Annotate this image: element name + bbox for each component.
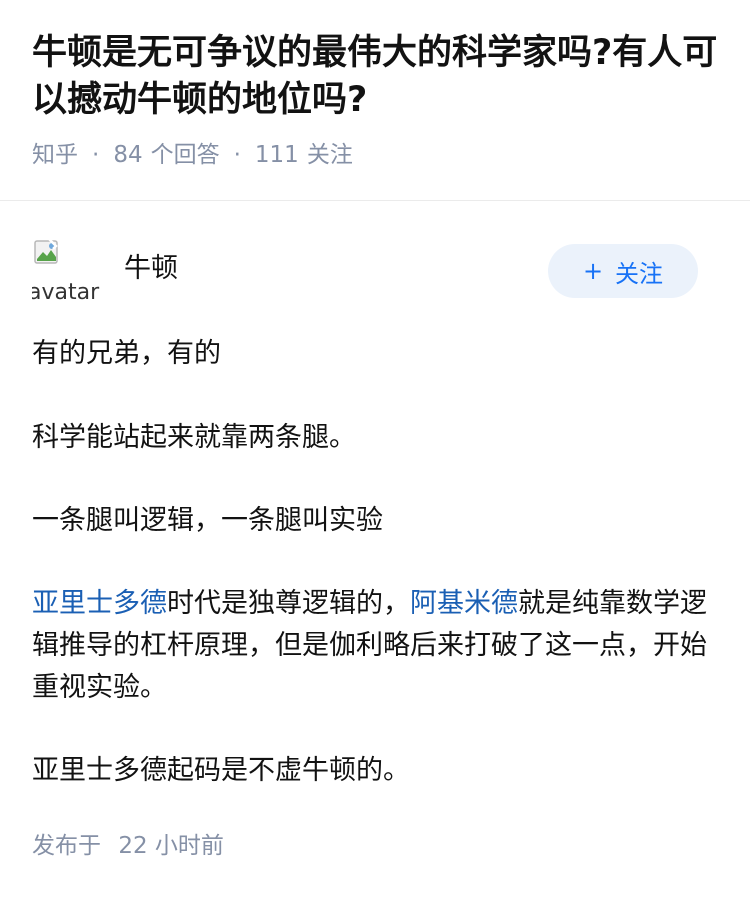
entity-link-aristotle[interactable]: 亚里士多德 <box>32 588 167 619</box>
follow-button[interactable]: + 关注 <box>548 244 698 298</box>
avatar[interactable]: avatar <box>32 237 100 305</box>
publish-label: 发布于 <box>32 833 101 859</box>
follower-count-label: 关注 <box>306 142 353 168</box>
publish-time-value: 22 小时前 <box>118 833 224 859</box>
question-meta: 知乎 · 84 个回答 · 111 关注 <box>32 140 718 170</box>
follow-button-label: 关注 <box>615 259 664 288</box>
author-name[interactable]: 牛顿 <box>124 251 178 287</box>
answer-card: avatar 牛顿 + 关注 有的兄弟，有的 科学能站起来就靠两条腿。 一条腿叫… <box>0 201 750 861</box>
answer-paragraph: 科学能站起来就靠两条腿。 <box>32 422 356 453</box>
question-header: 牛顿是无可争议的最伟大的科学家吗?有人可以撼动牛顿的地位吗? 知乎 · 84 个… <box>0 0 750 170</box>
source-label[interactable]: 知乎 <box>32 140 78 170</box>
broken-image-icon <box>34 238 58 264</box>
answer-body: 有的兄弟，有的 科学能站起来就靠两条腿。 一条腿叫逻辑，一条腿叫实验 亚里士多德… <box>32 333 718 792</box>
answer-count: 84 <box>113 142 143 168</box>
plus-icon: + <box>582 257 604 285</box>
author-row: avatar 牛顿 + 关注 <box>32 201 718 305</box>
answer-count-label: 个回答 <box>150 142 220 168</box>
question-title[interactable]: 牛顿是无可争议的最伟大的科学家吗?有人可以撼动牛顿的地位吗? <box>32 30 718 124</box>
paragraph-text: 时代是独尊逻辑的， <box>167 588 410 619</box>
entity-link-archimedes[interactable]: 阿基米德 <box>410 588 518 619</box>
publish-time[interactable]: 发布于 22 小时前 <box>32 831 718 861</box>
answer-paragraph: 一条腿叫逻辑，一条腿叫实验 <box>32 505 383 536</box>
answer-paragraph: 有的兄弟，有的 <box>32 338 221 369</box>
avatar-alt-text: avatar <box>32 280 100 305</box>
follower-count: 111 <box>254 142 299 168</box>
meta-separator: · <box>233 142 241 168</box>
meta-separator: · <box>92 142 100 168</box>
answer-paragraph: 亚里士多德起码是不虚牛顿的。 <box>32 755 410 786</box>
answer-paragraph: 亚里士多德时代是独尊逻辑的，阿基米德就是纯靠数学逻辑推导的杠杆原理，但是伽利略后… <box>32 583 718 709</box>
